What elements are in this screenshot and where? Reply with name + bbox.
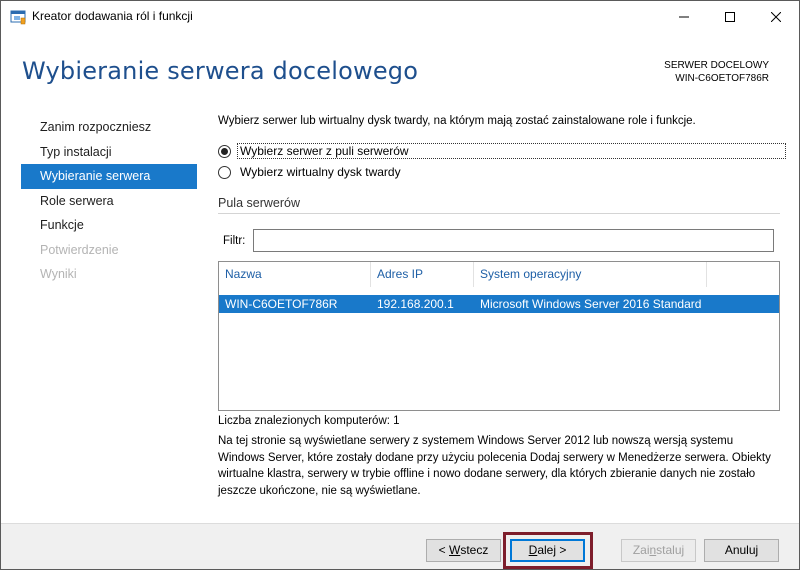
computer-count: Liczba znalezionych komputerów: 1 [218, 415, 400, 427]
install-label-post: staluj [656, 543, 685, 557]
nav-item-confirmation: Potwierdzenie [40, 242, 119, 257]
back-prefix: < [438, 543, 449, 557]
option-virtual-disk[interactable]: Wybierz wirtualny dysk twardy [218, 163, 401, 181]
nav-item-installation-type[interactable]: Typ instalacji [21, 140, 197, 165]
option-server-pool[interactable]: Wybierz serwer z puli serwerów [218, 142, 786, 160]
server-pool-title: Pula serwerów [218, 196, 300, 210]
page-title: Wybieranie serwera docelowego [22, 57, 419, 85]
radio-server-pool[interactable] [218, 144, 231, 158]
nav-item-before-you-begin[interactable]: Zanim rozpoczniesz [21, 115, 197, 140]
column-header-name[interactable]: Nazwa [219, 262, 371, 287]
page-description: Wybierz serwer lub wirtualny dysk twardy… [218, 115, 696, 127]
target-server-value: WIN-C6OETOF786R [675, 73, 769, 84]
minimize-icon [679, 12, 689, 22]
wizard-nav: Zanim rozpoczniesz Typ instalacji Wybier… [21, 115, 197, 287]
cell-name: WIN-C6OETOF786R [225, 297, 338, 311]
cell-ip: 192.168.200.1 [377, 297, 454, 311]
filter-label: Filtr: [223, 235, 246, 247]
server-manager-icon [10, 9, 26, 25]
close-button[interactable] [753, 1, 799, 32]
minimize-button[interactable] [661, 1, 707, 32]
table-row[interactable]: WIN-C6OETOF786R 192.168.200.1 Microsoft … [219, 295, 779, 313]
back-access-key: W [449, 543, 461, 557]
server-pool-divider [218, 213, 780, 214]
column-header-os[interactable]: System operacyjny [474, 262, 707, 287]
option-server-pool-label: Wybierz serwer z puli serwerów [237, 143, 786, 159]
target-server-info: SERWER DOCELOWY WIN-C6OETOF786R [664, 59, 769, 85]
column-header-ip[interactable]: Adres IP [371, 262, 474, 287]
option-server-pool-text: Wybierz serwer z puli serwerów [240, 144, 409, 158]
cell-os: Microsoft Windows Server 2016 Standard [480, 297, 702, 311]
target-server-label: SERWER DOCELOWY [664, 60, 769, 71]
nav-item-server-selection[interactable]: Wybieranie serwera [21, 164, 197, 189]
title-bar: Kreator dodawania ról i funkcji [1, 1, 799, 32]
next-button-highlight [503, 532, 593, 569]
radio-selected-dot [221, 147, 228, 155]
install-button: Zainstaluj [621, 539, 696, 562]
nav-item-server-roles[interactable]: Role serwera [21, 189, 197, 214]
maximize-button[interactable] [707, 1, 753, 32]
info-note: Na tej stronie są wyświetlane serwery z … [218, 435, 771, 497]
maximize-icon [725, 11, 735, 22]
filter-input[interactable] [253, 229, 774, 252]
close-icon [771, 11, 781, 22]
option-virtual-disk-label: Wybierz wirtualny dysk twardy [240, 165, 401, 179]
wizard-window: Kreator dodawania ról i funkcji Wybieran… [0, 0, 800, 570]
server-grid[interactable]: Nazwa Adres IP System operacyjny WIN-C6O… [218, 261, 780, 411]
back-button[interactable]: < Wstecz [426, 539, 501, 562]
cancel-button[interactable]: Anuluj [704, 539, 779, 562]
nav-item-results: Wyniki [40, 267, 77, 281]
button-bar: < Wstecz Dalej > Zainstaluj Anuluj [1, 524, 799, 569]
back-label-rest: stecz [460, 543, 489, 557]
grid-header: Nazwa Adres IP System operacyjny [219, 262, 779, 287]
radio-virtual-disk[interactable] [218, 165, 231, 179]
window-title: Kreator dodawania ról i funkcji [32, 9, 193, 23]
install-label-pre: Zai [632, 543, 650, 557]
nav-item-features[interactable]: Funkcje [21, 213, 197, 238]
